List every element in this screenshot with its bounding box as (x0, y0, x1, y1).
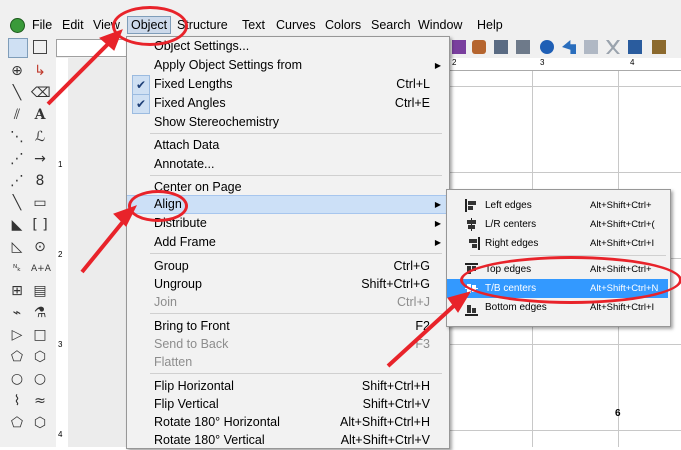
annotation-arrowhead-2 (113, 205, 138, 227)
annotation-arrow-3 (386, 300, 460, 368)
annotation-arrow-2 (80, 216, 128, 274)
annotation-arrow-1 (46, 40, 112, 106)
annotation-arrows (46, 29, 472, 368)
